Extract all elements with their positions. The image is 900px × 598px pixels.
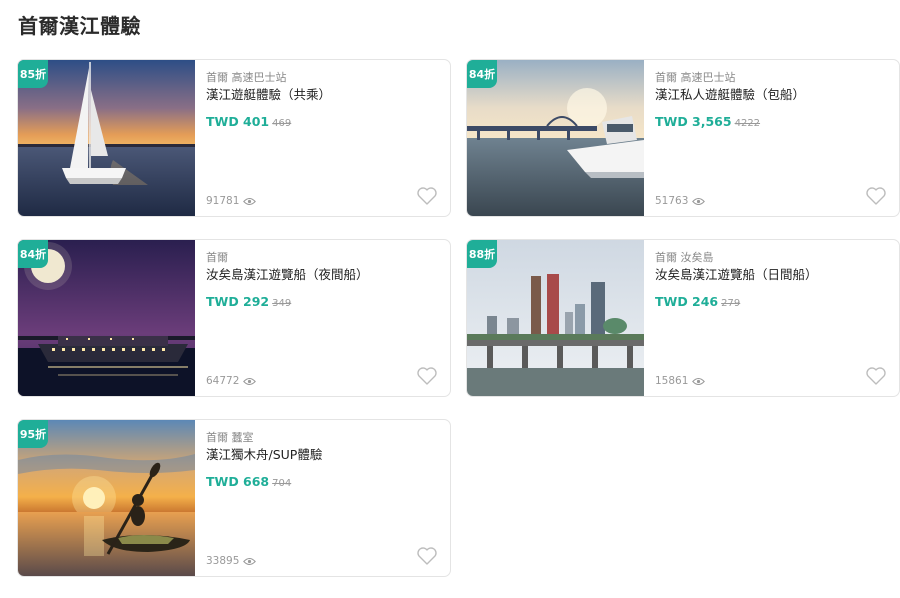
view-count: 91781 [206, 195, 257, 207]
page-title: 首爾漢江體驗 [18, 14, 141, 38]
heart-icon[interactable] [865, 366, 887, 386]
card-original-price: 349 [272, 298, 292, 309]
heart-icon[interactable] [416, 186, 438, 206]
product-image[interactable]: 84折 [18, 240, 195, 396]
card-location: 首爾 高速巴士站 [206, 71, 287, 84]
card-original-price: 279 [721, 298, 741, 309]
eye-icon [243, 197, 257, 205]
view-count-value: 51763 [655, 195, 689, 207]
eye-icon [243, 557, 257, 565]
card-price: TWD 401 [206, 114, 270, 129]
product-image[interactable]: 85折 [18, 60, 195, 216]
eye-icon [692, 377, 706, 385]
card-location: 首爾 [206, 251, 228, 264]
product-image[interactable]: 84折 [467, 60, 644, 216]
card-price: TWD 668 [206, 474, 270, 489]
discount-badge: 85折 [18, 60, 48, 88]
discount-badge: 84折 [467, 60, 497, 88]
card-original-price: 469 [272, 118, 292, 129]
product-card-day-cruise[interactable]: 88折 首爾 汝矣島 汝矣島漢江遊覽船（日間船） TWD 246 279 1586… [466, 239, 900, 397]
card-location: 首爾 汝矣島 [655, 251, 714, 264]
card-title[interactable]: 漢江私人遊艇體驗（包船） [655, 86, 889, 104]
card-title[interactable]: 汝矣島漢江遊覽船（日間船） [655, 266, 889, 284]
product-card-kayak-sup[interactable]: 95折 首爾 蠶室 漢江獨木舟/SUP體驗 TWD 668 704 33895 [17, 419, 451, 577]
discount-badge: 88折 [467, 240, 497, 268]
card-title[interactable]: 漢江遊艇體驗（共乘） [206, 86, 440, 104]
card-location: 首爾 高速巴士站 [655, 71, 736, 84]
heart-icon[interactable] [416, 366, 438, 386]
card-location: 首爾 蠶室 [206, 431, 254, 444]
view-count: 33895 [206, 555, 257, 567]
eye-icon [243, 377, 257, 385]
card-original-price: 704 [272, 478, 292, 489]
product-card-night-cruise[interactable]: 84折 首爾 汝矣島漢江遊覽船（夜間船） TWD 292 349 64772 [17, 239, 451, 397]
eye-icon [692, 197, 706, 205]
card-title[interactable]: 汝矣島漢江遊覽船（夜間船） [206, 266, 440, 284]
view-count: 64772 [206, 375, 257, 387]
product-image[interactable]: 95折 [18, 420, 195, 576]
view-count: 15861 [655, 375, 706, 387]
discount-badge: 84折 [18, 240, 48, 268]
product-image[interactable]: 88折 [467, 240, 644, 396]
card-price: TWD 3,565 [655, 114, 732, 129]
view-count-value: 64772 [206, 375, 240, 387]
product-card-yacht-shared[interactable]: 85折 首爾 高速巴士站 漢江遊艇體驗（共乘） TWD 401 469 91781 [17, 59, 451, 217]
heart-icon[interactable] [416, 546, 438, 566]
view-count-value: 91781 [206, 195, 240, 207]
card-title[interactable]: 漢江獨木舟/SUP體驗 [206, 446, 440, 464]
card-price: TWD 292 [206, 294, 270, 309]
discount-badge: 95折 [18, 420, 48, 448]
card-original-price: 4222 [734, 118, 761, 129]
view-count: 51763 [655, 195, 706, 207]
view-count-value: 33895 [206, 555, 240, 567]
product-card-yacht-private[interactable]: 84折 首爾 高速巴士站 漢江私人遊艇體驗（包船） TWD 3,565 4222 … [466, 59, 900, 217]
card-price: TWD 246 [655, 294, 719, 309]
heart-icon[interactable] [865, 186, 887, 206]
view-count-value: 15861 [655, 375, 689, 387]
